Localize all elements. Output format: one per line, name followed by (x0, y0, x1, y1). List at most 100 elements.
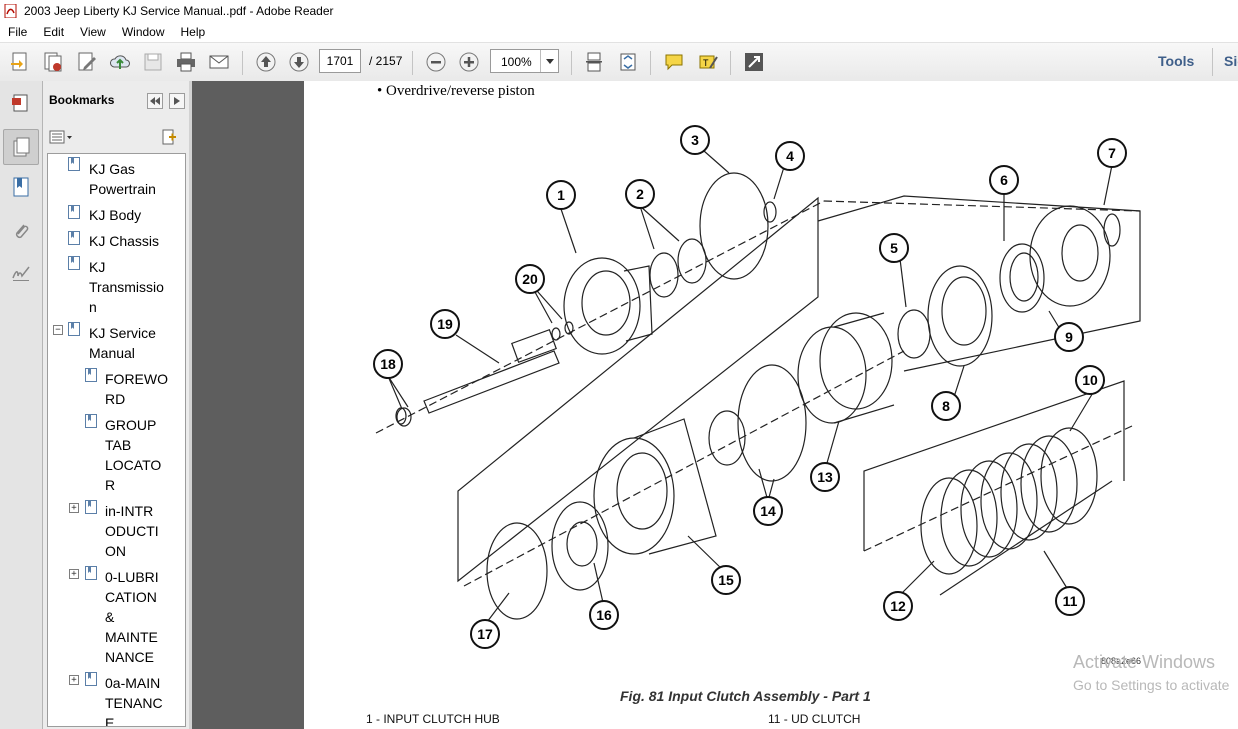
print-icon[interactable] (174, 50, 198, 74)
callout-label: 13 (817, 469, 833, 485)
callout-label: 2 (636, 186, 644, 202)
zoom-out-icon[interactable] (424, 50, 448, 74)
bookmark-line: ON (105, 543, 126, 559)
menu-file[interactable]: File (0, 25, 35, 39)
callout-3: 3 (680, 125, 710, 155)
upload-cloud-icon[interactable] (108, 50, 132, 74)
callout-2: 2 (625, 179, 655, 209)
callout-label: 11 (1063, 593, 1078, 609)
callout-1: 1 (546, 180, 576, 210)
bookmark-options-menu[interactable] (49, 129, 75, 145)
attachments-icon[interactable] (7, 217, 35, 245)
pdf-portfolio-icon[interactable] (7, 89, 35, 117)
bookmark-line: KJ Gas (89, 161, 135, 177)
callout-18: 18 (373, 349, 403, 379)
callout-6: 6 (989, 165, 1019, 195)
bookmark-icon (68, 205, 80, 219)
callout-label: 5 (890, 240, 898, 256)
callout-15: 15 (711, 565, 741, 595)
toolbar-separator (650, 51, 651, 75)
chevron-down-icon[interactable] (540, 50, 558, 72)
toolbar-separator (412, 51, 413, 75)
bookmarks-panel: Bookmarks KJ Gas Powertrain KJ Body KJ C… (43, 81, 224, 729)
callout-label: 8 (942, 398, 950, 414)
highlight-icon[interactable]: T (696, 50, 720, 74)
page-number-input[interactable]: 1701 (319, 49, 361, 73)
expand-toggle[interactable]: + (69, 503, 79, 513)
callout-label: 15 (718, 572, 734, 588)
bookmark-icon (85, 368, 97, 382)
menu-edit[interactable]: Edit (35, 25, 72, 39)
zoom-in-icon[interactable] (457, 50, 481, 74)
toolbar-separator (571, 51, 572, 75)
bookmark-line: CATION (105, 589, 157, 605)
bookmark-maintenance[interactable]: 0a-MAIN TENANC E (105, 673, 163, 726)
bookmark-line: Powertrain (89, 181, 156, 197)
bookmark-kj-transmission[interactable]: KJ Transmissio n (89, 257, 164, 317)
bookmark-foreword[interactable]: FOREWO RD (105, 369, 168, 409)
zoom-select[interactable]: 100% (490, 49, 559, 73)
expand-toggle[interactable]: + (69, 675, 79, 685)
signatures-icon[interactable] (7, 259, 35, 287)
bookmark-icon (68, 322, 80, 336)
menu-help[interactable]: Help (173, 25, 214, 39)
bookmark-line: NANCE (105, 649, 155, 665)
next-page-icon[interactable] (287, 50, 311, 74)
bookmarks-icon[interactable] (7, 173, 35, 201)
callout-label: 3 (691, 132, 699, 148)
bookmark-line: TENANC (105, 695, 163, 711)
collapse-panel-icon[interactable] (147, 93, 163, 109)
bookmark-line: GROUP (105, 417, 157, 433)
full-screen-icon[interactable] (742, 50, 766, 74)
page-thumbnails-icon[interactable] (3, 129, 39, 165)
bookmark-introduction[interactable]: in-INTR ODUCTI ON (105, 501, 159, 561)
collapse-toggle[interactable]: − (53, 325, 63, 335)
scrolling-mode-icon[interactable] (582, 50, 606, 74)
bookmark-line: TAB (105, 437, 132, 453)
bookmark-kj-body[interactable]: KJ Body (89, 205, 141, 225)
bookmark-kj-chassis[interactable]: KJ Chassis (89, 231, 159, 251)
expand-panel-icon[interactable] (169, 93, 185, 109)
edit-pdf-icon[interactable] (75, 50, 99, 74)
bookmark-line: 0a-MAIN (105, 675, 161, 691)
bookmark-line: KJ Service (89, 325, 156, 341)
document-viewer-background (192, 81, 304, 729)
bookmark-group-tab-locator[interactable]: GROUP TAB LOCATO R (105, 415, 161, 495)
bookmark-kj-service-manual[interactable]: KJ Service Manual (89, 323, 156, 363)
create-pdf-icon[interactable] (8, 50, 32, 74)
callout-9: 9 (1054, 322, 1084, 352)
fit-page-icon[interactable] (616, 50, 640, 74)
comment-icon[interactable] (662, 50, 686, 74)
bookmark-line: FOREWO (105, 371, 168, 387)
tools-link[interactable]: Tools (1158, 53, 1194, 69)
combine-files-icon[interactable] (41, 50, 65, 74)
new-bookmark-icon[interactable] (160, 128, 178, 146)
save-icon[interactable] (141, 50, 165, 74)
email-icon[interactable] (207, 50, 231, 74)
callout-7: 7 (1097, 138, 1127, 168)
legend-item: 11 - UD CLUTCH (768, 712, 861, 726)
bookmark-line: in-INTR (105, 503, 154, 519)
bookmark-icon (85, 672, 97, 686)
callout-13: 13 (810, 462, 840, 492)
sign-link[interactable]: Sig (1224, 53, 1238, 69)
menu-view[interactable]: View (72, 25, 114, 39)
menu-window[interactable]: Window (114, 25, 173, 39)
bookmark-line: MAINTE (105, 629, 158, 645)
callout-8: 8 (931, 391, 961, 421)
bookmark-kj-gas-powertrain[interactable]: KJ Gas Powertrain (89, 159, 156, 199)
svg-text:T: T (703, 58, 709, 68)
bookmark-line: & (105, 609, 115, 625)
callout-label: 20 (522, 271, 538, 287)
figure-caption: Fig. 81 Input Clutch Assembly - Part 1 (620, 688, 871, 704)
callout-label: 9 (1065, 329, 1073, 345)
callout-12: 12 (883, 591, 913, 621)
callout-14: 14 (753, 496, 783, 526)
expand-toggle[interactable]: + (69, 569, 79, 579)
bookmark-lubrication-maintenance[interactable]: 0-LUBRI CATION & MAINTE NANCE (105, 567, 159, 667)
previous-page-icon[interactable] (254, 50, 278, 74)
activate-windows-subtext: Go to Settings to activate (1073, 677, 1230, 693)
bookmark-line: ODUCTI (105, 523, 159, 539)
bookmark-icon (68, 157, 80, 171)
callout-20: 20 (515, 264, 545, 294)
